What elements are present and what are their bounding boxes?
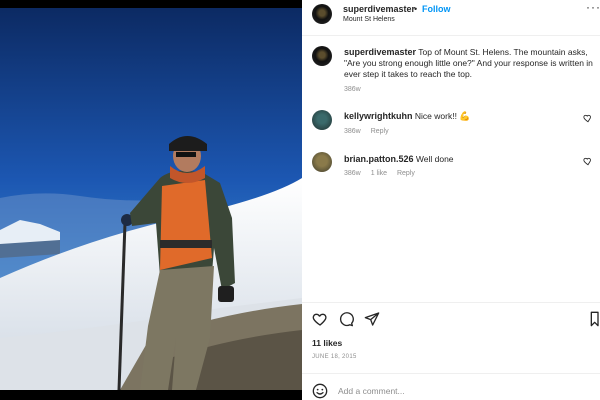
post-header: superdivemaster • Follow Mount St Helens… [302,0,600,36]
follow-button[interactable]: Follow [422,4,451,14]
reply-button[interactable]: Reply [397,170,415,177]
add-comment-input[interactable]: Add a comment... [338,386,405,396]
bottom-black-bar [0,390,302,400]
likes-count[interactable]: 11 likes [312,338,342,348]
comment-avatar[interactable] [312,152,332,172]
separator-dot: • [414,4,418,14]
top-black-bar [0,0,302,8]
more-options-icon[interactable]: ··· [586,0,600,14]
reply-button[interactable]: Reply [371,128,389,135]
location-link[interactable]: Mount St Helens [343,16,395,23]
post-photo[interactable] [0,8,302,390]
comment-icon[interactable] [338,311,354,327]
caption-author-avatar[interactable] [312,46,332,66]
comment-item: brian.patton.526 Well done [344,154,596,165]
comment-time[interactable]: 386w [344,170,361,177]
comment-avatar[interactable] [312,110,332,130]
comment-like-heart-icon[interactable] [583,156,593,166]
author-username[interactable]: superdivemaster [343,4,415,14]
comment-item: kellywrightkuhn Nice work!! 💪 [344,111,596,122]
author-avatar[interactable] [312,4,332,24]
caption: superdivemaster Top of Mount St. Helens.… [344,47,596,80]
comment-text: Well done [415,154,454,164]
caption-time[interactable]: 386w [344,86,361,93]
comment-time[interactable]: 386w [344,128,361,135]
comment-text: Nice work!! [414,111,457,121]
comment-likes[interactable]: 1 like [371,170,387,177]
save-bookmark-icon[interactable] [588,311,600,327]
actions-divider [302,302,600,303]
comment-box-divider [302,373,600,374]
comment-like-heart-icon[interactable] [583,113,593,123]
comment-meta: 386w Reply [344,128,397,135]
emoji-icon[interactable] [312,383,328,399]
comment-meta: 386w 1 like Reply [344,170,423,177]
header-divider [302,35,600,36]
caption-author[interactable]: superdivemaster [344,47,416,57]
post-side-panel: superdivemaster • Follow Mount St Helens… [302,0,600,400]
comment-username[interactable]: brian.patton.526 [344,154,414,164]
flexed-biceps-icon: 💪 [459,111,471,121]
photo-illustration [0,8,302,390]
share-send-icon[interactable] [364,311,380,327]
post-date: JUNE 18, 2015 [312,354,357,360]
caption-meta: 386w [344,86,369,93]
comment-username[interactable]: kellywrightkuhn [344,111,413,121]
like-heart-icon[interactable] [312,311,328,327]
